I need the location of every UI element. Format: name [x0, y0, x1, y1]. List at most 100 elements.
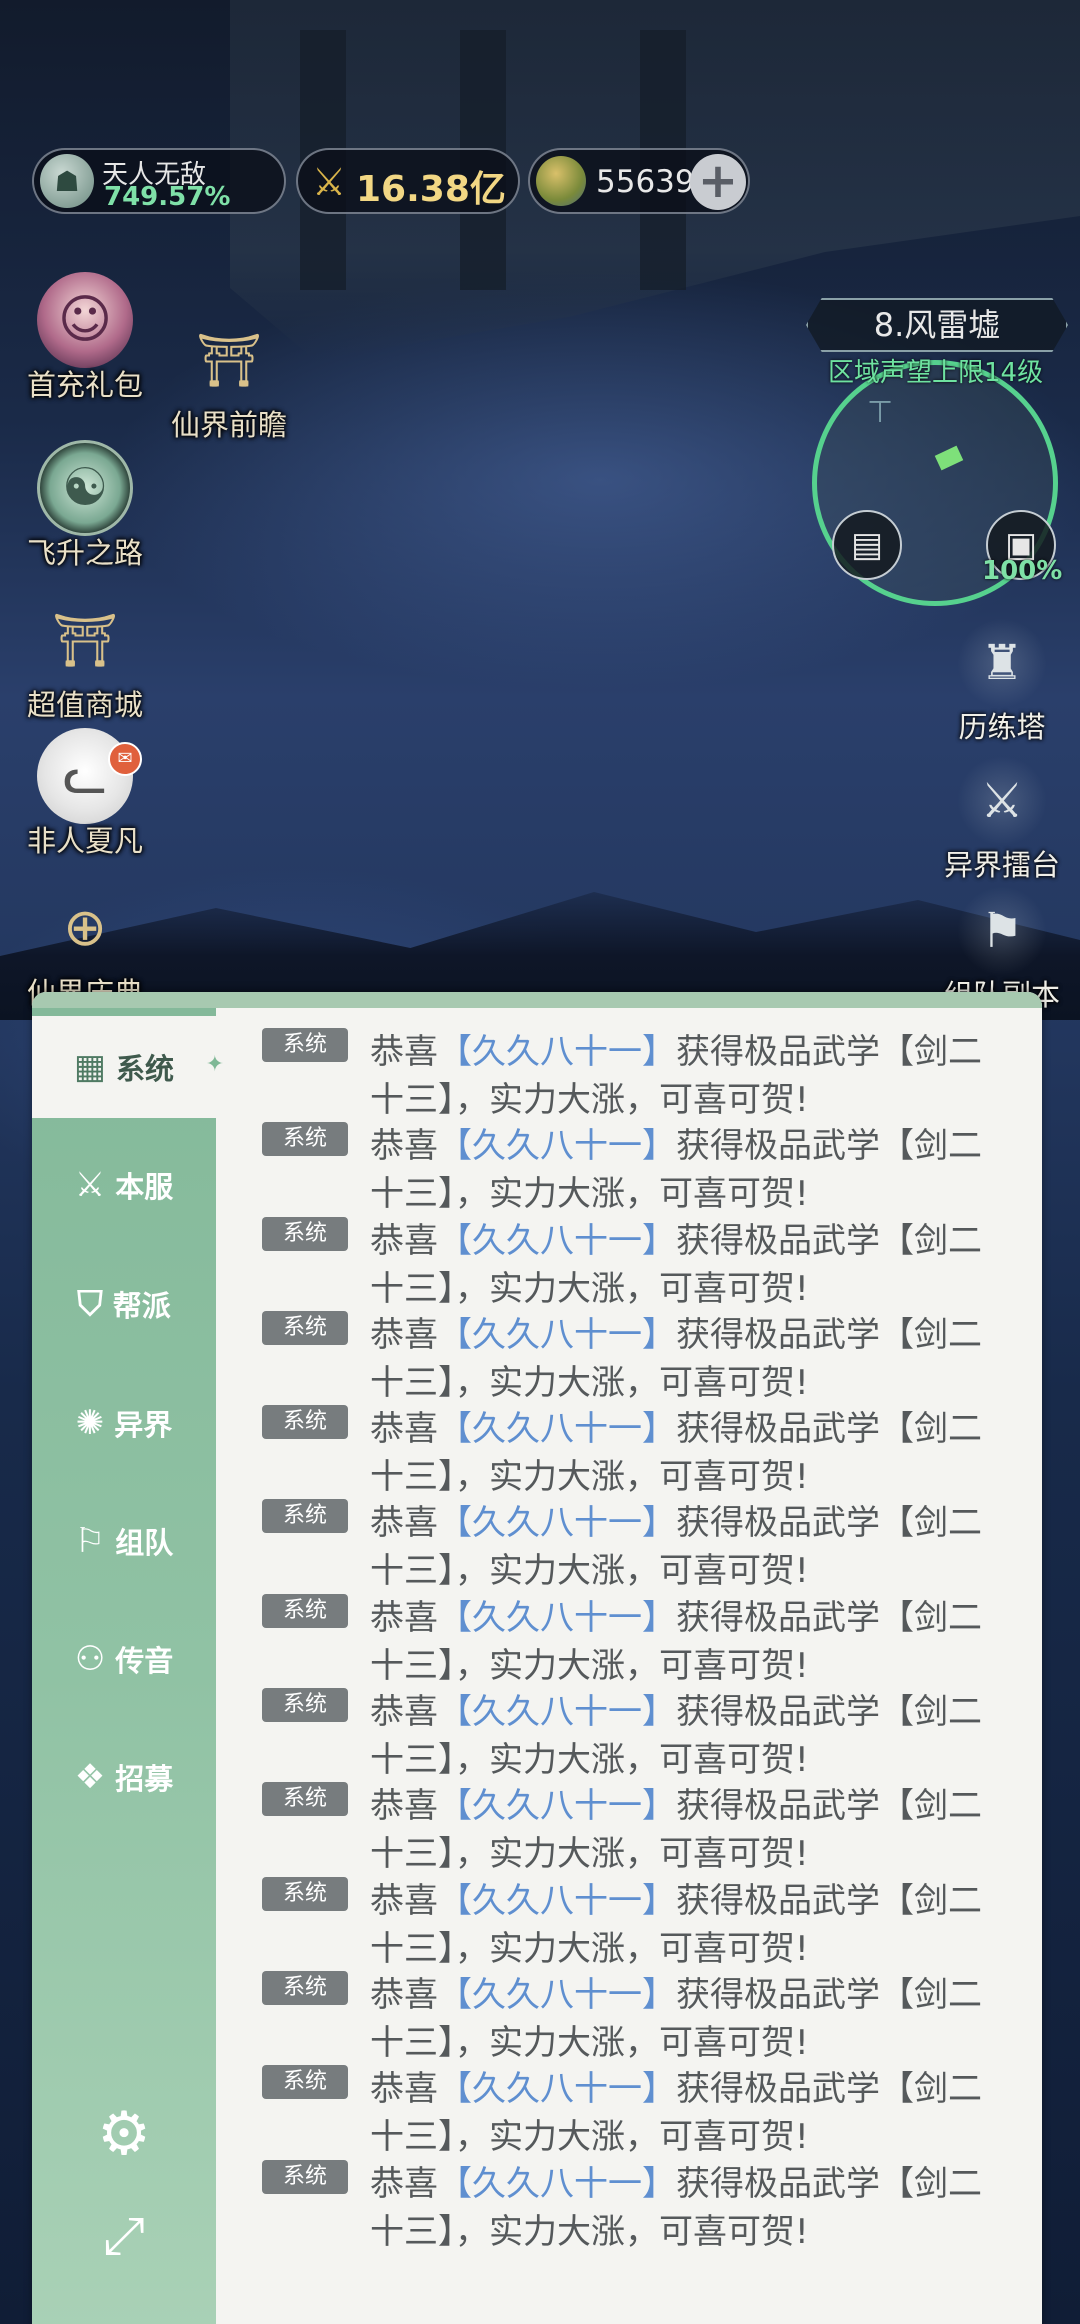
title-emblem-icon: ☗: [40, 154, 94, 208]
message-prefix: 恭喜: [370, 2069, 438, 2110]
chat-message: 系统 恭喜【久久八十一】获得极品武学【剑二 十三】，实力大涨，可喜可贺!: [262, 1873, 1042, 1969]
player-name-link[interactable]: 【久久八十一】: [438, 1975, 676, 2015]
team-dungeon-icon: ⚑: [957, 886, 1047, 976]
reputation-cap: 区域声望上限14级: [828, 358, 1044, 388]
add-currency-button[interactable]: +: [690, 154, 746, 210]
tab-server[interactable]: ⚔ 本服: [32, 1134, 216, 1236]
message-line-2: 十三】，实力大涨，可喜可贺!: [370, 2022, 809, 2063]
chat-message: 系统 恭喜【久久八十一】获得极品武学【剑二 十三】，实力大涨，可喜可贺!: [262, 1495, 1042, 1591]
player-name-link[interactable]: 【久久八十一】: [438, 1786, 676, 1826]
system-tag: 系统: [262, 1405, 348, 1440]
message-line-2: 十三】，实力大涨，可喜可贺!: [370, 1740, 809, 1781]
ascension-road[interactable]: ☯ 飞升之路: [0, 440, 170, 572]
chat-message: 系统 恭喜【久久八十一】获得极品武学【剑二 十三】，实力大涨，可喜可贺!: [262, 1967, 1042, 2063]
trial-tower-label: 历练塔: [958, 710, 1046, 744]
player-name-link[interactable]: 【久久八十一】: [438, 1881, 676, 1921]
message-line-1: 恭喜【久久八十一】获得极品武学【剑二: [370, 1401, 982, 1450]
message-prefix: 恭喜: [370, 1974, 438, 2015]
chat-message-list[interactable]: 系统 恭喜【久久八十一】获得极品武学【剑二 十三】，实力大涨，可喜可贺! 系统 …: [262, 1024, 1042, 2252]
map-title[interactable]: 8.风雷墟: [806, 298, 1068, 352]
active-sparkle-icon: ✦: [205, 1052, 224, 1077]
message-suffix: 获得极品武学【剑二: [676, 1974, 982, 2015]
cards-icon: ❖: [74, 1757, 106, 1797]
quest-book-icon[interactable]: ▤: [832, 510, 902, 580]
system-tag: 系统: [262, 1876, 348, 1911]
people-icon: ⚇: [74, 1639, 106, 1679]
combat-power-value: 16.38亿: [356, 169, 506, 210]
immortal-preview[interactable]: ⛩ 仙界前瞻: [144, 312, 314, 444]
nonhuman-xiafan-label: 非人夏凡: [26, 824, 143, 858]
combat-power[interactable]: ⚔ 16.38亿: [296, 148, 520, 214]
tab-recruit[interactable]: ❖ 招募: [32, 1726, 216, 1828]
chat-message: 系统 恭喜【久久八十一】获得极品武学【剑二 十三】，实力大涨，可喜可贺!: [262, 1684, 1042, 1781]
message-line-1: 恭喜【久久八十一】获得极品武学【剑二: [370, 1684, 982, 1733]
chat-message: 系统 恭喜【久久八十一】获得极品武学【剑二 十三】，实力大涨，可喜可贺!: [262, 2156, 1042, 2252]
message-prefix: 恭喜: [370, 1409, 438, 1450]
arena-icon: ⚔: [957, 756, 1047, 846]
chat-message: 系统 恭喜【久久八十一】获得极品武学【剑二 十三】，实力大涨，可喜可贺!: [262, 1590, 1042, 1686]
tab-system-label: 系统: [116, 1052, 175, 1086]
currency-display[interactable]: 55639 +: [528, 148, 750, 214]
expand-icon[interactable]: ⤢: [82, 2194, 166, 2278]
message-prefix: 恭喜: [370, 1880, 438, 1921]
chat-message: 系统 恭喜【久久八十一】获得极品武学【剑二 十三】，实力大涨，可喜可贺!: [262, 1778, 1042, 1874]
gear-icon[interactable]: ⚙: [82, 2092, 166, 2176]
crossed-swords-icon: ⚔: [312, 160, 347, 204]
tab-guild[interactable]: ⛉ 帮派: [32, 1253, 216, 1355]
shop-icon: ⛩: [51, 610, 118, 671]
player-name-link[interactable]: 【久久八十一】: [438, 1409, 676, 1449]
system-tag: 系统: [262, 1028, 348, 1062]
message-line-2: 十三】，实力大涨，可喜可贺!: [370, 1174, 809, 1215]
message-line-2: 十三】，实力大涨，可喜可贺!: [370, 1457, 809, 1498]
message-suffix: 获得极品武学【剑二: [676, 1786, 982, 1827]
chat-message: 系统 恭喜【久久八十一】获得极品武学【剑二 十三】，实力大涨，可喜可贺!: [262, 1024, 1042, 1120]
gift-avatar-icon: ☺: [37, 272, 133, 368]
system-tag: 系统: [262, 2065, 348, 2100]
immortal-preview-label: 仙界前瞻: [170, 408, 287, 442]
tab-team[interactable]: ⚐ 组队: [32, 1490, 216, 1592]
title-percent: 749.57%: [104, 182, 231, 212]
player-marker-icon: [934, 445, 964, 471]
otherworld-arena[interactable]: ⚔ 异界擂台: [932, 756, 1072, 884]
player-name-link[interactable]: 【久久八十一】: [438, 2069, 676, 2109]
system-tag: 系统: [262, 2159, 348, 2194]
chat-channel-tabs: ▦ 系统 ✦ ⚔ 本服 ⛉ 帮派 ✺ 异界 ⚐ 组队 ⚇ 传音 ❖ 招募 ⚙ ⤢: [32, 1008, 224, 2324]
tab-system[interactable]: ▦ 系统 ✦: [32, 1016, 224, 1118]
player-name-link[interactable]: 【久久八十一】: [438, 1032, 676, 1072]
message-suffix: 获得极品武学【剑二: [676, 2069, 982, 2110]
message-suffix: 获得极品武学【剑二: [676, 1126, 982, 1167]
chat-message: 系统 恭喜【久久八十一】获得极品武学【剑二 十三】，实力大涨，可喜可贺!: [262, 1401, 1042, 1498]
message-suffix: 获得极品武学【剑二: [676, 1503, 982, 1544]
tab-guild-label: 帮派: [112, 1289, 171, 1323]
tab-otherworld[interactable]: ✺ 异界: [32, 1372, 216, 1474]
player-name-link[interactable]: 【久久八十一】: [438, 1221, 676, 1261]
player-name-link[interactable]: 【久久八十一】: [438, 1692, 676, 1732]
title-badge[interactable]: ☗ 天人无敌 749.57%: [32, 148, 286, 214]
value-shop[interactable]: ⛩ 超值商城: [0, 592, 170, 724]
player-name-link[interactable]: 【久久八十一】: [438, 1126, 676, 1166]
system-tag: 系统: [262, 1499, 348, 1534]
tab-whisper[interactable]: ⚇ 传音: [32, 1608, 216, 1710]
message-line-1: 恭喜【久久八十一】获得极品武学【剑二: [370, 1024, 982, 1073]
grid-icon: ▦: [73, 1047, 107, 1087]
message-line-2: 十三】，实力大涨，可喜可贺!: [370, 1080, 809, 1120]
message-suffix: 获得极品武学【剑二: [676, 1692, 982, 1733]
message-suffix: 获得极品武学【剑二: [676, 2163, 982, 2204]
message-line-1: 恭喜【久久八十一】获得极品武学【剑二: [370, 1495, 982, 1544]
player-name-link[interactable]: 【久久八十一】: [438, 1315, 676, 1355]
exploration-percent: 100%: [982, 556, 1063, 586]
player-name-link[interactable]: 【久久八十一】: [438, 2164, 676, 2204]
message-prefix: 恭喜: [370, 1597, 438, 1638]
message-prefix: 恭喜: [370, 1126, 438, 1167]
message-line-1: 恭喜【久久八十一】获得极品武学【剑二: [370, 1967, 982, 2016]
player-name-link[interactable]: 【久久八十一】: [438, 1503, 676, 1543]
message-line-2: 十三】，实力大涨，可喜可贺!: [370, 1362, 809, 1403]
trial-tower[interactable]: ♜ 历练塔: [932, 618, 1072, 746]
player-name-link[interactable]: 【久久八十一】: [438, 1598, 676, 1638]
system-tag: 系统: [262, 1216, 348, 1251]
message-suffix: 获得极品武学【剑二: [676, 1597, 982, 1638]
message-prefix: 恭喜: [370, 2163, 438, 2204]
message-line-2: 十三】，实力大涨，可喜可贺!: [370, 2211, 809, 2252]
message-line-2: 十三】，实力大涨，可喜可贺!: [370, 2117, 809, 2158]
nonhuman-xiafan[interactable]: ᓚ 非人夏凡: [0, 728, 170, 860]
